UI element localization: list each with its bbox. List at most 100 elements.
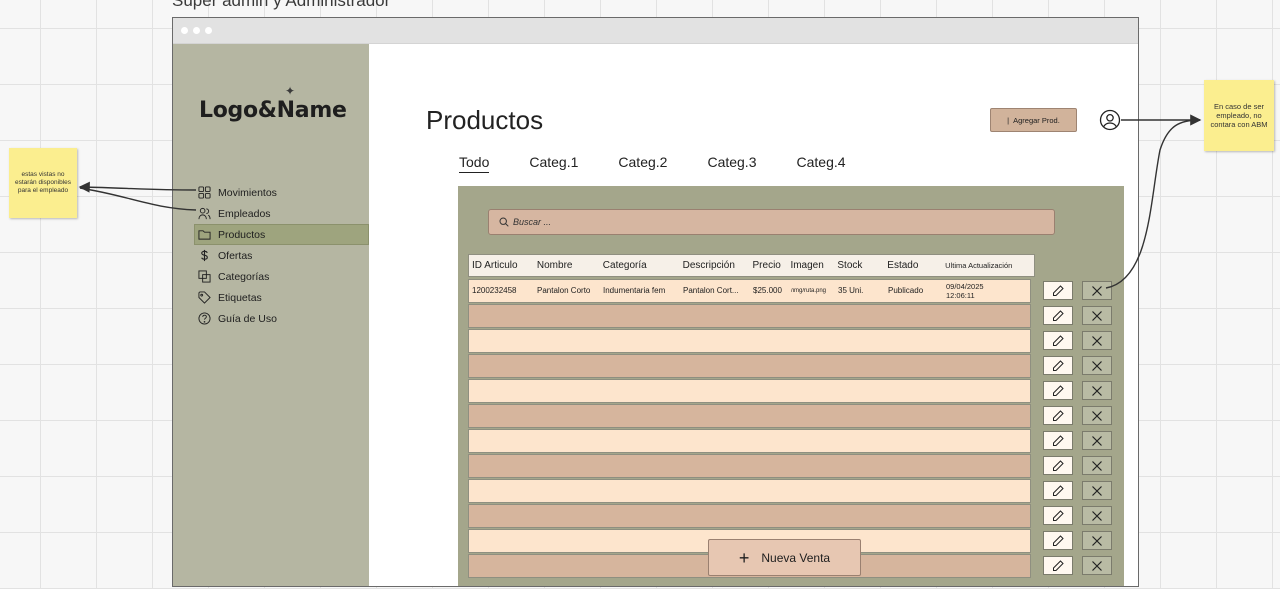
tab-categ-4[interactable]: Categ.4 — [797, 154, 846, 173]
delete-button[interactable] — [1082, 481, 1112, 500]
delete-button[interactable] — [1082, 556, 1112, 575]
table-row-data — [468, 503, 1032, 528]
tab-categ-3[interactable]: Categ.3 — [707, 154, 756, 173]
sidebar-item-empleados[interactable]: Empleados — [195, 203, 369, 224]
sidebar-item-etiquetas[interactable]: Etiquetas — [195, 287, 369, 308]
column-header: ID Articulo — [472, 260, 518, 271]
delete-button[interactable] — [1082, 281, 1112, 300]
edit-button[interactable] — [1043, 381, 1074, 400]
table-row[interactable] — [468, 453, 1112, 478]
table-row[interactable] — [468, 478, 1112, 503]
table-row[interactable] — [468, 503, 1112, 528]
edit-button[interactable] — [1043, 531, 1074, 550]
pencil-icon — [1053, 384, 1064, 396]
page-title: Productos — [426, 105, 544, 135]
delete-button[interactable] — [1082, 306, 1112, 325]
window-dot[interactable] — [181, 27, 188, 34]
close-icon — [1092, 385, 1103, 396]
search-input[interactable]: Buscar ... — [488, 209, 1055, 235]
edit-button[interactable] — [1043, 306, 1074, 325]
edit-button[interactable] — [1043, 506, 1074, 525]
pencil-icon — [1053, 434, 1064, 446]
table-row[interactable] — [468, 353, 1112, 378]
cell-hora: 12:06:11 — [946, 290, 975, 300]
sidebar-nav: Movimientos Empleados Productos Ofertas — [194, 182, 369, 329]
delete-button[interactable] — [1082, 356, 1112, 375]
table-row[interactable] — [468, 378, 1112, 403]
delete-button[interactable] — [1082, 531, 1112, 550]
sticky-note-right: En caso de ser empleado, no contara con … — [1204, 80, 1274, 151]
delete-button[interactable] — [1082, 381, 1112, 400]
pencil-icon — [1053, 284, 1064, 296]
close-icon — [1092, 310, 1103, 321]
table-row-data — [468, 378, 1032, 403]
sidebar-item-label: Guía de Uso — [218, 312, 277, 325]
pencil-icon — [1053, 484, 1064, 496]
table-row[interactable] — [468, 428, 1112, 453]
sidebar: ✦ Logo&Name Movimientos Empleados Produc… — [173, 44, 369, 586]
sidebar-item-ofertas[interactable]: Ofertas — [195, 245, 369, 266]
tab-categ-2[interactable]: Categ.2 — [618, 154, 667, 173]
table-row-data — [468, 303, 1032, 328]
window-dot[interactable] — [205, 27, 212, 34]
delete-button[interactable] — [1082, 331, 1112, 350]
window-dot[interactable] — [193, 27, 200, 34]
tab-categ-1[interactable]: Categ.1 — [529, 154, 578, 173]
edit-button[interactable] — [1043, 356, 1074, 375]
edit-button[interactable] — [1043, 331, 1074, 350]
add-product-button[interactable]: | Agregar Prod. — [990, 108, 1077, 132]
sidebar-item-label: Productos — [218, 228, 266, 241]
search-icon — [499, 217, 509, 227]
close-icon — [1092, 560, 1103, 571]
products-panel: Buscar ... ID Articulo Nombre Categoría … — [458, 186, 1124, 586]
edit-button[interactable] — [1043, 431, 1074, 450]
delete-button[interactable] — [1082, 431, 1112, 450]
edit-button[interactable] — [1043, 406, 1074, 425]
cell-estado: Publicado — [888, 286, 924, 295]
user-profile-icon[interactable] — [1099, 109, 1121, 131]
close-icon — [1092, 335, 1103, 346]
cell-categoria: Indumentaria fem — [603, 286, 666, 295]
sidebar-item-categorias[interactable]: Categorías — [195, 266, 369, 287]
pencil-icon — [1053, 559, 1064, 571]
logo[interactable]: Logo&Name — [199, 98, 347, 123]
table-row-data — [468, 353, 1032, 378]
cell-id: 1200232458 — [472, 286, 517, 295]
delete-button[interactable] — [1082, 406, 1112, 425]
sidebar-item-movimientos[interactable]: Movimientos — [195, 182, 369, 203]
new-sale-button[interactable]: + Nueva Venta — [708, 539, 861, 576]
sidebar-item-productos[interactable]: Productos — [194, 224, 369, 245]
edit-button[interactable] — [1043, 456, 1074, 475]
plus-icon: + — [738, 547, 750, 568]
table-row[interactable] — [468, 303, 1112, 328]
sidebar-item-label: Empleados — [218, 207, 271, 220]
board-title: Super admin y Administrador — [172, 0, 391, 10]
close-icon — [1092, 535, 1103, 546]
sidebar-item-guia[interactable]: Guía de Uso — [195, 308, 369, 329]
column-header: Ultima Actualización — [945, 261, 1013, 270]
table-row[interactable] — [468, 328, 1112, 353]
table-row-data — [468, 478, 1032, 503]
dollar-icon — [198, 249, 211, 262]
edit-button[interactable] — [1043, 556, 1074, 575]
column-header: Stock — [837, 260, 863, 271]
table-row[interactable]: 1200232458 Pantalon Corto Indumentaria f… — [468, 278, 1112, 303]
pencil-icon — [1053, 509, 1064, 521]
users-icon — [198, 207, 211, 220]
column-header: Categoría — [602, 260, 647, 271]
edit-button[interactable] — [1043, 481, 1074, 500]
category-tabs: Todo Categ.1 Categ.2 Categ.3 Categ.4 — [459, 154, 886, 173]
help-icon — [198, 312, 211, 325]
cell-fecha: 09/04/2025 — [946, 281, 984, 291]
delete-button[interactable] — [1082, 506, 1112, 525]
delete-button[interactable] — [1082, 456, 1112, 475]
table-body: 1200232458 Pantalon Corto Indumentaria f… — [468, 278, 1112, 578]
edit-button[interactable] — [1043, 281, 1074, 300]
cell-descripcion: Pantalon Cort... — [683, 286, 739, 295]
pipe-icon: | — [1007, 115, 1010, 125]
close-icon — [1092, 285, 1103, 296]
close-icon — [1092, 435, 1103, 446]
table-row[interactable] — [468, 403, 1112, 428]
cell-precio: $25.000 — [753, 286, 782, 295]
tab-todo[interactable]: Todo — [459, 154, 490, 173]
